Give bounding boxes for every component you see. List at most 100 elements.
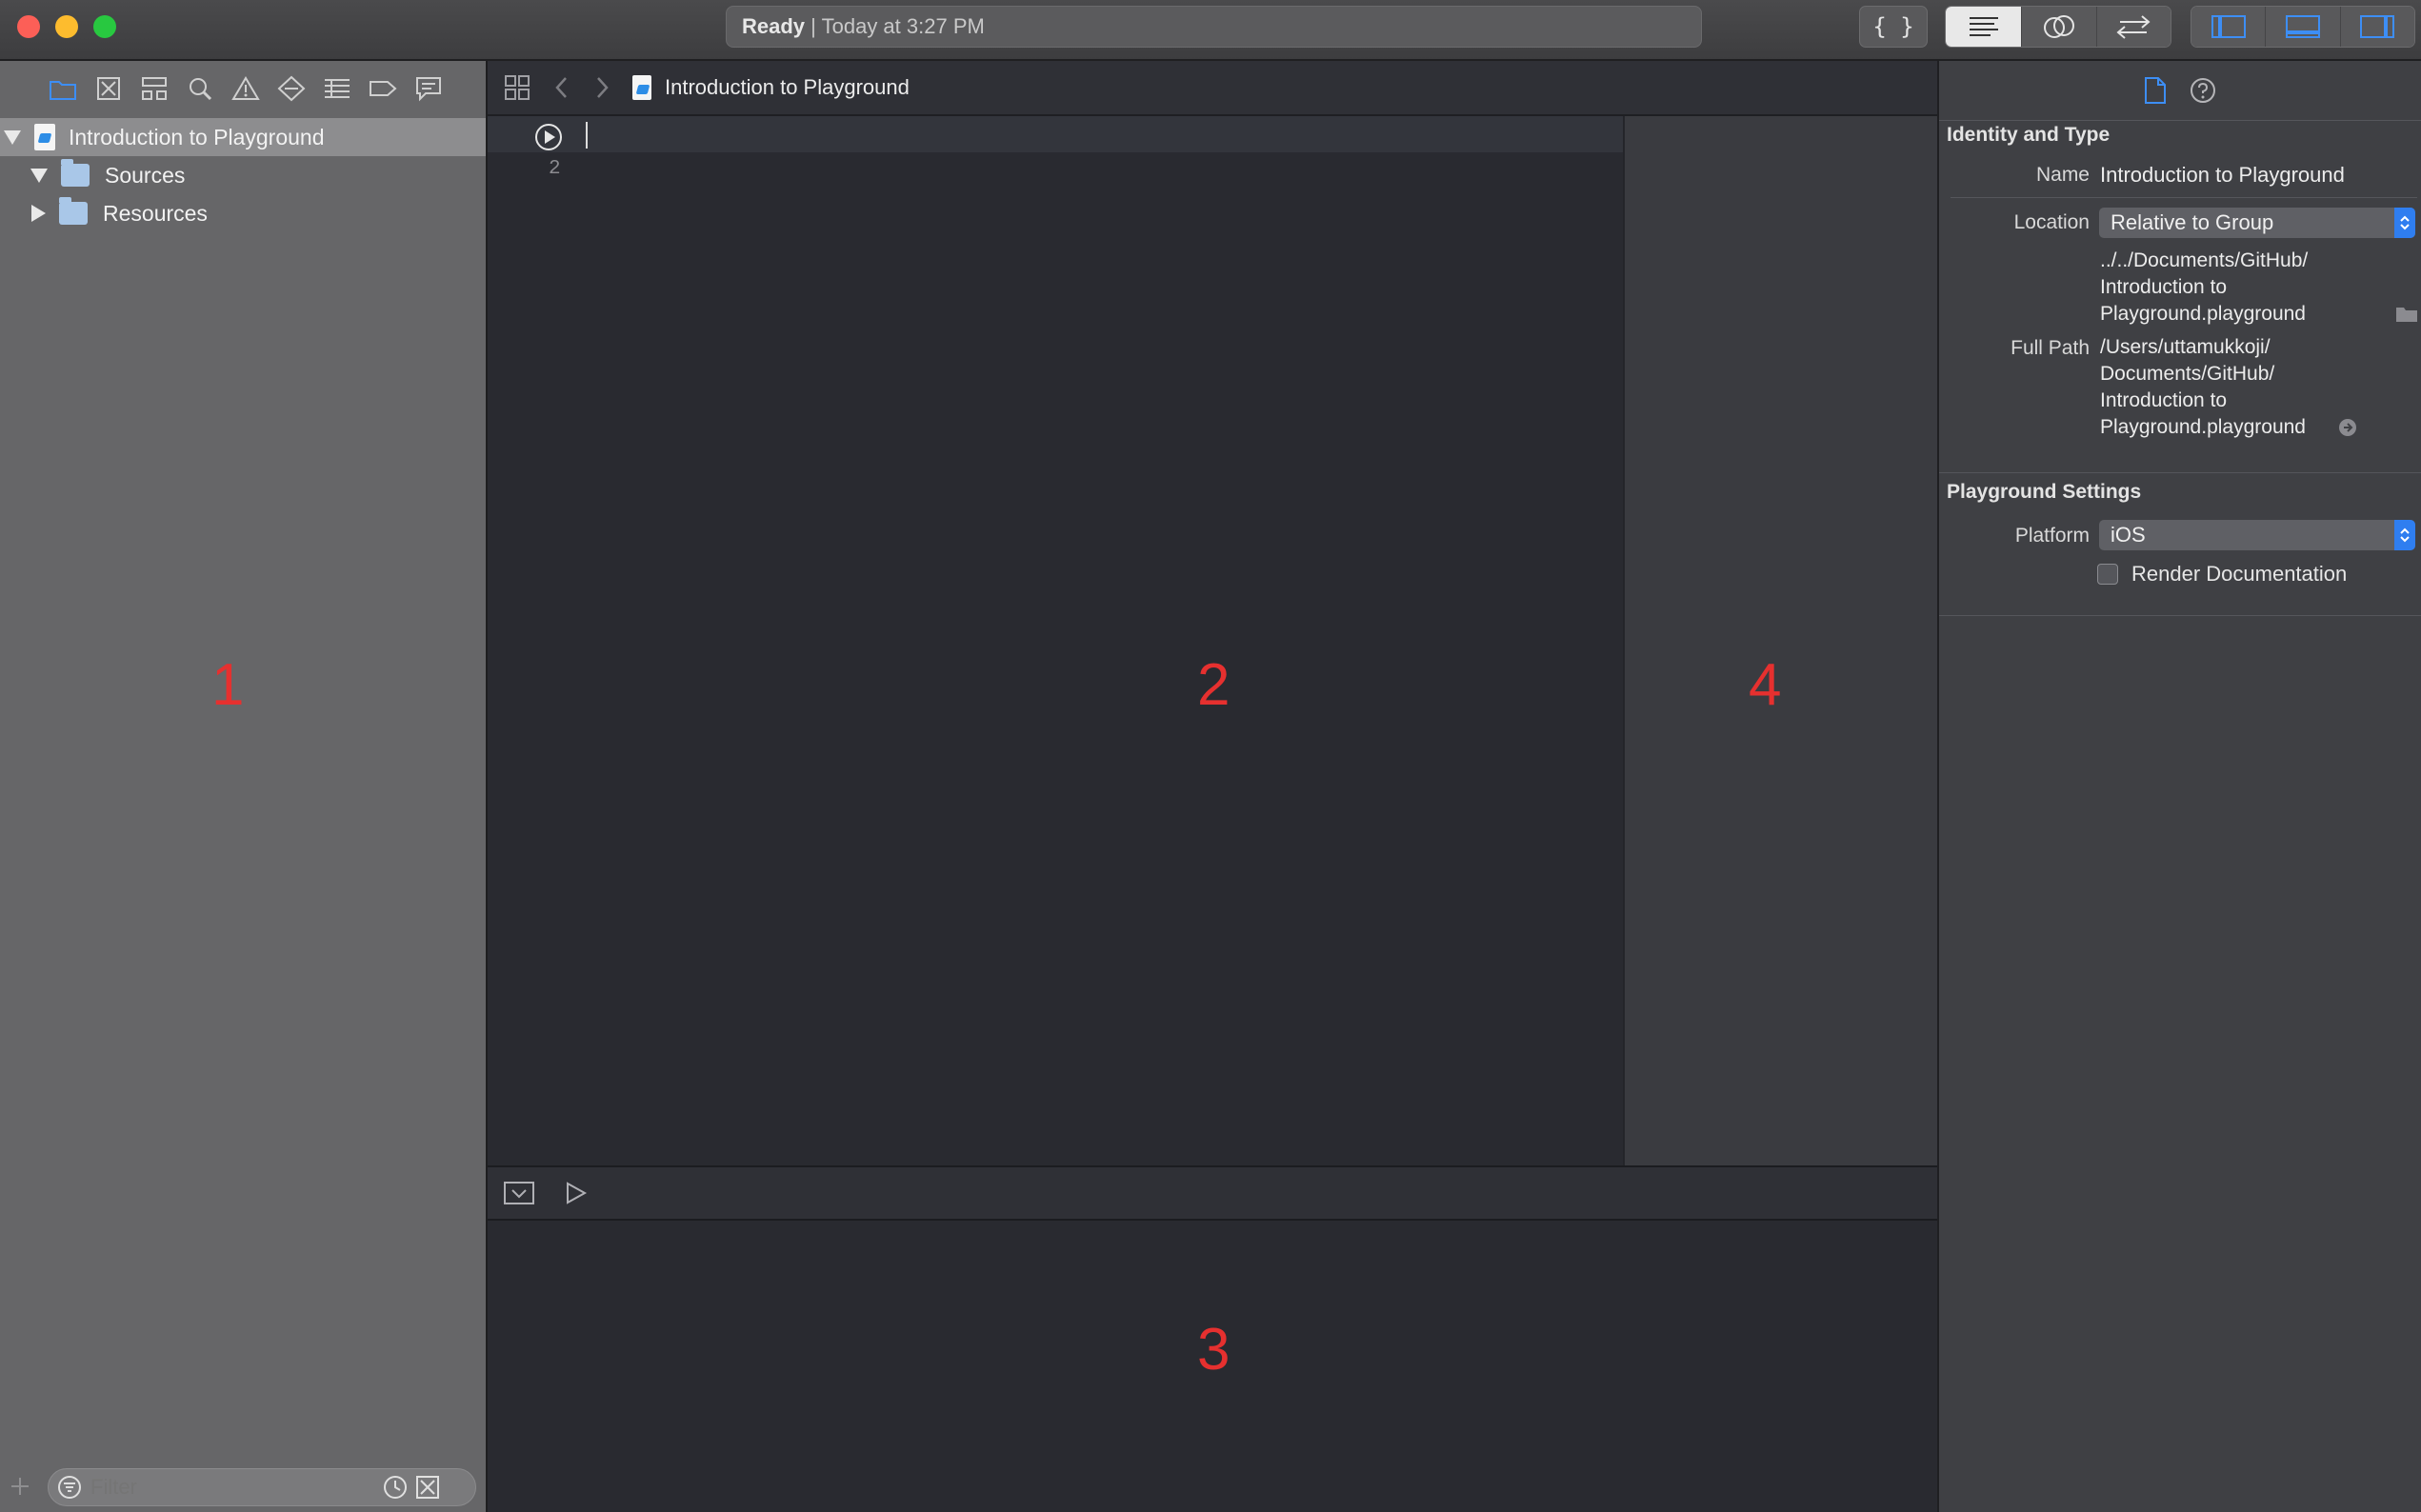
debug-navigator-tab[interactable] <box>314 66 360 111</box>
divider <box>1939 615 2421 616</box>
settings-section-title: Playground Settings <box>1947 481 2142 503</box>
tree-item-sources[interactable]: Sources <box>0 156 486 194</box>
navigator-filter-field[interactable] <box>48 1468 476 1506</box>
editor-area-number: 2 <box>1197 652 1231 718</box>
library-button[interactable]: { } <box>1859 6 1928 48</box>
issue-navigator-tab[interactable] <box>223 66 269 111</box>
console-area-number: 3 <box>1197 1317 1231 1383</box>
find-navigator-tab[interactable] <box>177 66 223 111</box>
project-navigator-tab[interactable] <box>40 66 86 111</box>
search-icon <box>190 78 212 101</box>
editor-mode-control <box>1945 6 2171 48</box>
full-path-line: Introduction to <box>2100 389 2228 411</box>
full-path: /Users/uttamukkoji/ Documents/GitHub/ In… <box>2100 334 2306 441</box>
disclosure-expanded-icon[interactable] <box>4 129 21 145</box>
report-navigator-tab[interactable] <box>406 66 451 111</box>
zoom-window-button[interactable] <box>93 15 116 38</box>
navigator-filter-bar <box>0 1462 486 1512</box>
source-control-icon <box>97 77 120 100</box>
divider <box>1951 197 2417 198</box>
text-cursor <box>586 122 588 149</box>
filter-input[interactable] <box>89 1474 378 1501</box>
filter-icon <box>58 1476 81 1499</box>
choose-folder-icon[interactable] <box>2394 303 2419 324</box>
forward-chevron-icon[interactable] <box>592 74 611 101</box>
full-path-line: Documents/GitHub/ <box>2100 363 2275 385</box>
debug-bar <box>488 1165 1937 1221</box>
test-navigator-tab[interactable] <box>269 66 314 111</box>
toggle-navigator-button[interactable] <box>2191 7 2267 47</box>
location-value: Relative to Group <box>2111 210 2274 234</box>
add-icon[interactable] <box>10 1476 30 1497</box>
related-items-icon[interactable] <box>503 73 531 102</box>
status-separator: | <box>810 14 816 38</box>
document-icon <box>2145 77 2166 104</box>
hierarchy-icon <box>142 77 167 100</box>
breadcrumb[interactable]: Introduction to Playground <box>632 75 910 100</box>
file-inspector-tab[interactable] <box>2143 76 2168 105</box>
run-line-icon[interactable] <box>533 122 564 152</box>
debug-console[interactable]: 3 <box>488 1221 1937 1512</box>
version-editor-button[interactable] <box>2096 7 2171 47</box>
relative-path-line: ../../Documents/GitHub/ <box>2100 249 2309 271</box>
minimize-window-button[interactable] <box>55 15 78 38</box>
toggle-inspector-button[interactable] <box>2340 7 2414 47</box>
reveal-in-finder-icon[interactable] <box>2337 417 2358 438</box>
breakpoint-tag-icon <box>370 81 397 96</box>
tree-item-label: Introduction to Playground <box>69 124 325 149</box>
scm-filter-icon[interactable] <box>414 1474 441 1501</box>
activity-status: Ready | Today at 3:27 PM <box>726 6 1702 48</box>
navigator-selector-bar <box>0 61 526 116</box>
tree-item-label: Sources <box>105 162 186 188</box>
platform-value: iOS <box>2111 523 2146 547</box>
bottom-panel-icon <box>2285 15 2320 38</box>
relative-path-line: Introduction to <box>2100 276 2228 298</box>
assistant-editor-button[interactable] <box>2022 7 2097 47</box>
platform-popup[interactable]: iOS <box>2099 520 2415 550</box>
disclosure-collapsed-icon[interactable] <box>31 205 46 222</box>
align-left-icon <box>1969 17 1998 36</box>
breadcrumb-item[interactable]: Introduction to Playground <box>665 75 910 100</box>
window-toolbar: Ready | Today at 3:27 PM { } <box>0 0 2421 61</box>
disclosure-expanded-icon[interactable] <box>30 168 48 183</box>
platform-label: Platform <box>2014 525 2090 547</box>
right-panel-icon <box>2360 15 2395 38</box>
speech-bubble-icon <box>416 77 441 102</box>
relative-path: ../../Documents/GitHub/ Introduction to … <box>2100 248 2308 328</box>
panel-toggle-control <box>2191 6 2415 48</box>
line-number: 2 <box>549 158 561 180</box>
symbol-navigator-tab[interactable] <box>131 66 177 111</box>
close-window-button[interactable] <box>17 15 40 38</box>
folder-icon <box>59 197 88 225</box>
swift-file-icon <box>632 75 651 100</box>
name-value[interactable]: Introduction to Playground <box>2100 162 2345 189</box>
status-state: Ready <box>742 14 806 38</box>
results-sidebar: 4 <box>1623 116 1937 1165</box>
left-panel-icon <box>2211 15 2246 38</box>
divider <box>1939 472 2421 473</box>
tree-item-resources[interactable]: Resources <box>0 194 486 232</box>
divider <box>1939 120 2421 121</box>
toggle-debug-area-button[interactable] <box>2266 7 2341 47</box>
recent-clock-icon[interactable] <box>382 1474 409 1501</box>
relative-path-line: Playground.playground <box>2100 303 2306 325</box>
run-playground-icon[interactable] <box>562 1180 589 1206</box>
render-documentation-checkbox[interactable] <box>2097 564 2118 585</box>
hide-debug-area-icon[interactable] <box>503 1180 535 1206</box>
folder-icon <box>61 159 90 187</box>
swift-file-icon <box>34 124 55 150</box>
full-path-label: Full Path <box>2011 337 2090 359</box>
full-path-line: /Users/uttamukkoji/ <box>2100 336 2271 358</box>
breakpoint-navigator-tab[interactable] <box>360 66 406 111</box>
source-editor[interactable]: Introduction to Playground 2 2 4 <box>488 61 1937 1165</box>
location-popup[interactable]: Relative to Group <box>2099 208 2415 238</box>
quick-help-tab[interactable] <box>2189 76 2217 105</box>
popup-arrows-icon <box>2394 208 2415 238</box>
standard-editor-button[interactable] <box>1946 7 2023 47</box>
popup-arrows-icon <box>2394 520 2415 550</box>
back-chevron-icon[interactable] <box>552 74 571 101</box>
render-documentation-option[interactable]: Render Documentation <box>2097 562 2347 587</box>
source-control-navigator-tab[interactable] <box>86 66 131 111</box>
tree-item-label: Resources <box>103 200 208 226</box>
tree-item-playground[interactable]: Introduction to Playground <box>0 118 486 156</box>
